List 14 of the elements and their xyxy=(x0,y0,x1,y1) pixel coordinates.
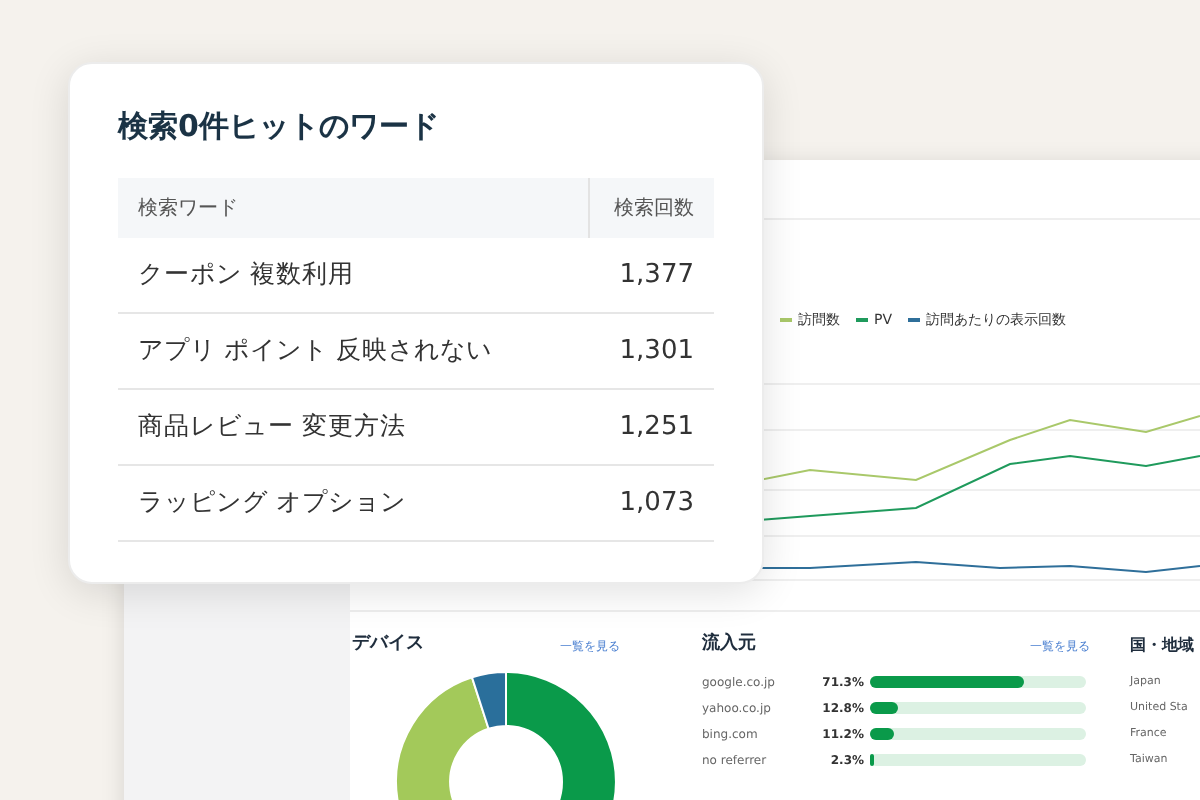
table-cell-text: クーポン 複数利用 xyxy=(136,256,356,293)
table-cell-text: 1,073 xyxy=(619,485,696,522)
table-cell-text: 1,377 xyxy=(619,257,696,294)
section-title: 流入元 xyxy=(702,632,756,659)
table-cell-text: ラッピング オプション xyxy=(136,484,408,521)
table-cell-text: アプリ ポイント 反映されない xyxy=(136,332,494,369)
table-cell-text: 1,301 xyxy=(619,333,696,370)
column-header: 検索回数 xyxy=(588,178,714,238)
table-cell-text: 商品レビュー 変更方法 xyxy=(136,408,408,445)
section-title: デバイス xyxy=(352,632,424,659)
section-title: 国・地域 xyxy=(1130,634,1194,658)
column-header: 検索ワード xyxy=(136,195,240,223)
card-title: 検索0件ヒットのワード xyxy=(118,106,441,148)
table-cell-text: 1,251 xyxy=(619,409,696,446)
